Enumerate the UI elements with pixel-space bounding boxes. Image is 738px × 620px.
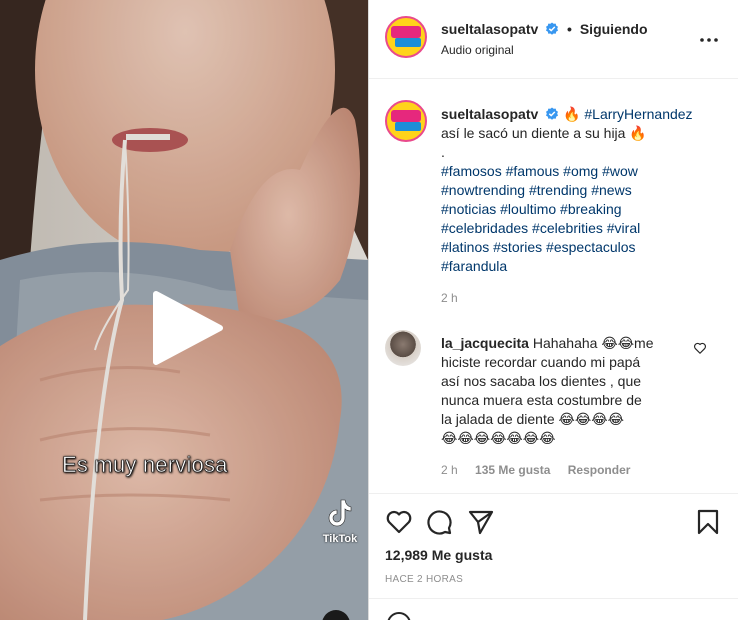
video-caption: Es muy nerviosa <box>62 452 228 478</box>
heart-icon[interactable] <box>385 508 413 536</box>
caption-username[interactable]: sueltalasopatv <box>441 106 538 122</box>
comment-text-line: Hahahaha 😂😂me <box>532 335 654 351</box>
post-header: sueltalasopatv • Siguiendo Audio origina… <box>369 0 738 79</box>
comment-likes[interactable]: 135 Me gusta <box>475 463 550 477</box>
avatar[interactable] <box>385 330 421 366</box>
divider <box>369 598 738 599</box>
comment-text-line: 😂😂😂😂😂😂😂 <box>441 430 556 446</box>
hashtag-line[interactable]: #celebridades #celebrities #viral <box>441 219 726 238</box>
avatar[interactable] <box>385 100 427 142</box>
side-panel: sueltalasopatv • Siguiendo Audio origina… <box>369 0 738 620</box>
share-icon[interactable] <box>467 508 495 536</box>
tiktok-watermark: TikTok <box>318 498 362 545</box>
video-player[interactable]: Es muy nerviosa TikTok <box>0 0 368 620</box>
avatar[interactable] <box>385 16 427 58</box>
heart-icon[interactable] <box>693 341 707 355</box>
divider <box>369 493 738 494</box>
comment: la_jacquecita Hahahaha 😂😂me hiciste reco… <box>441 334 691 448</box>
comment-time[interactable]: 2 h <box>441 463 458 477</box>
caption-time[interactable]: 2 h <box>441 289 726 308</box>
hashtag-line[interactable]: #famosos #famous #omg #wow <box>441 162 726 181</box>
comment-text-line: así nos sacaba los dientes , que <box>441 373 642 389</box>
hashtag-line[interactable]: #farandula <box>441 257 726 276</box>
post-modal: Es muy nerviosa TikTok sueltalasopatv • … <box>0 0 738 620</box>
post-timestamp: HACE 2 HORAS <box>385 574 464 585</box>
fire-emoji: 🔥 <box>629 125 647 141</box>
hashtag-line[interactable]: #nowtrending #trending #news <box>441 181 726 200</box>
comment-text-line: nunca muera esta costumbre de <box>441 392 642 408</box>
verified-icon <box>546 107 559 120</box>
emoji-icon[interactable] <box>387 612 411 620</box>
verified-icon <box>546 22 559 35</box>
bookmark-icon[interactable] <box>694 508 722 536</box>
fire-emoji: 🔥 <box>563 106 581 122</box>
comment-username[interactable]: la_jacquecita <box>441 335 529 351</box>
hashtag-link[interactable]: #LarryHernandez <box>584 106 692 122</box>
tiktok-label: TikTok <box>322 533 358 545</box>
hashtag-line[interactable]: #noticias #loultimo #breaking <box>441 200 726 219</box>
comment-icon[interactable] <box>425 508 453 536</box>
reply-button[interactable]: Responder <box>568 463 631 477</box>
tiktok-icon <box>328 499 352 527</box>
caption-dot: . <box>441 144 445 160</box>
caption-text: así le sacó un diente a su hija <box>441 125 626 141</box>
header-username[interactable]: sueltalasopatv <box>441 21 538 37</box>
comment-text-line: hiciste recordar cuando mi papá <box>441 354 641 370</box>
likes-count[interactable]: 12,989 Me gusta <box>385 547 492 563</box>
header-user-line: sueltalasopatv • Siguiendo <box>441 21 648 37</box>
comment-meta: 2 h 135 Me gusta Responder <box>441 463 644 477</box>
play-icon[interactable] <box>150 290 226 366</box>
caption-body: sueltalasopatv 🔥 #LarryHernandez así le … <box>441 105 726 308</box>
separator-dot: • <box>567 21 572 37</box>
comment-text-line: la jalada de diente 😂😂😂😂 <box>441 411 624 427</box>
follow-button[interactable]: Siguiendo <box>580 21 648 37</box>
hashtag-line[interactable]: #latinos #stories #espectaculos <box>441 238 726 257</box>
more-icon[interactable] <box>699 30 719 50</box>
audio-link[interactable]: Audio original <box>441 43 514 57</box>
